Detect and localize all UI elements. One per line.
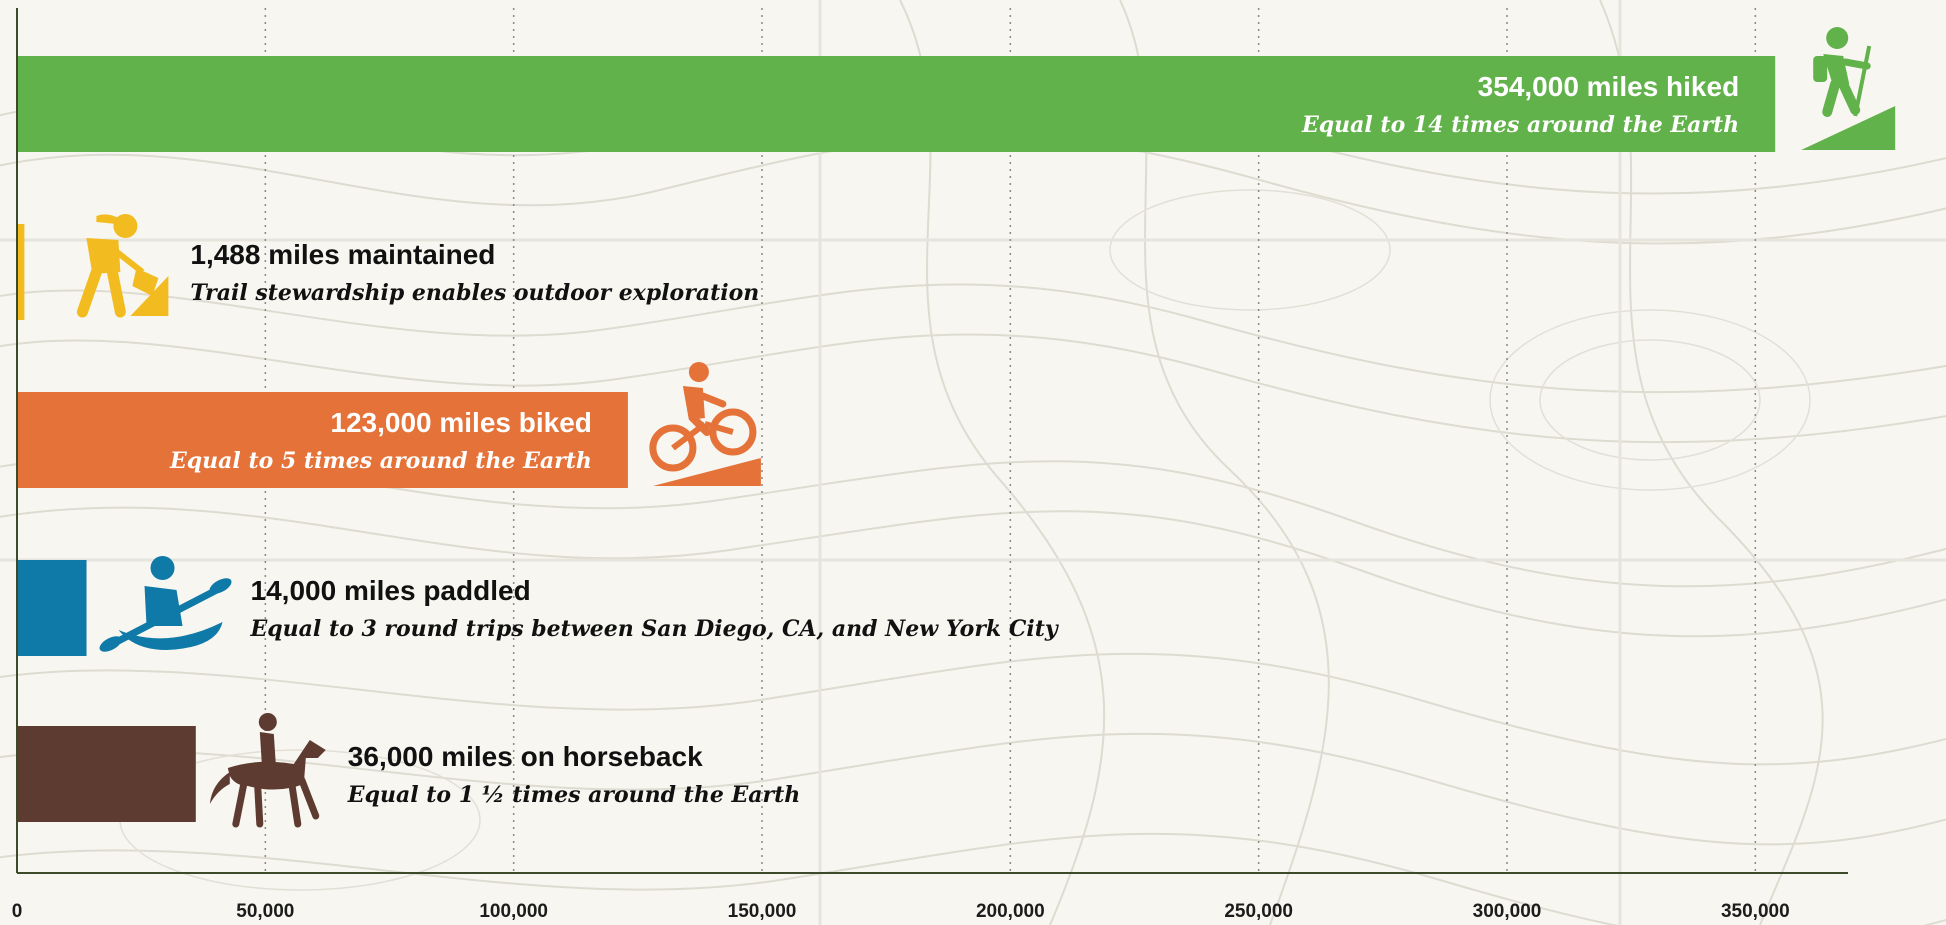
x-tick-label: 250,000 (1224, 901, 1293, 922)
x-axis-ticks: 0 50,000 100,000 150,000 200,000 250,000 300,0… (12, 901, 1790, 922)
bar-label: 354,000 miles hiked (1478, 71, 1740, 102)
x-tick-label: 350,000 (1721, 901, 1790, 922)
bar-label: 1,488 miles maintained (190, 239, 495, 270)
trail-worker-icon (76, 214, 169, 318)
bar-sublabel: Equal to 5 times around the Earth (169, 448, 592, 474)
x-tick-label: 300,000 (1473, 901, 1542, 922)
bar-chart: 354,000 miles hiked Equal to 14 times aro… (12, 8, 1896, 922)
kayaker-icon (99, 556, 232, 652)
bars (17, 56, 1776, 822)
bar-sublabel: Equal to 3 round trips between San Diego… (250, 616, 1060, 642)
x-tick-label: 100,000 (479, 901, 548, 922)
bar-maintained (17, 224, 25, 320)
bar-label: 123,000 miles biked (330, 407, 592, 438)
x-tick-label: 50,000 (236, 901, 294, 922)
hiker-icon (1801, 27, 1896, 150)
mountain-biker-icon (649, 362, 761, 486)
bar-sublabel: Equal to 14 times around the Earth (1301, 112, 1739, 138)
bar-label: 36,000 miles on horseback (348, 741, 703, 772)
bar-sublabel: Equal to 1 ½ times around the Earth (347, 782, 800, 808)
bar-label: 14,000 miles paddled (251, 575, 531, 606)
bar-paddled (17, 560, 87, 656)
bar-sublabel: Trail stewardship enables outdoor explor… (190, 280, 759, 306)
horse-rider-icon (209, 713, 326, 828)
x-tick-label: 200,000 (976, 901, 1045, 922)
x-tick-label: 150,000 (728, 901, 797, 922)
x-tick-label: 0 (12, 901, 23, 922)
bar-on-horseback (17, 726, 196, 822)
